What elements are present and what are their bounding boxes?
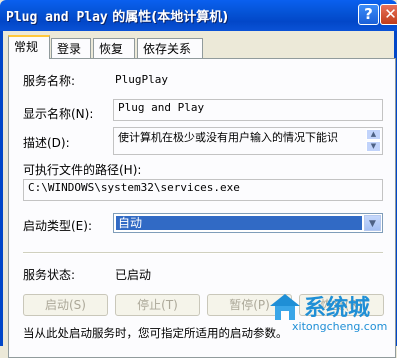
display-name-field[interactable]: Plug and Play: [113, 99, 383, 121]
startup-type-select[interactable]: 自动 ▼: [113, 213, 383, 233]
chevron-down-icon[interactable]: ▼: [364, 215, 381, 231]
tab-recovery[interactable]: 恢复: [93, 38, 135, 58]
description-label: 描述(D):: [23, 136, 70, 150]
watermark-brand: 系统城: [304, 296, 371, 321]
title-bar: Plug and Play 的属性(本地计算机) ? ✕: [0, 0, 397, 31]
scroll-up-icon[interactable]: ▲: [366, 129, 381, 140]
service-name-label: 服务名称:: [23, 74, 76, 88]
window-title-suffix: 的属性(本地计算机): [107, 10, 229, 25]
service-status-label: 服务状态:: [23, 268, 76, 282]
startup-type-label: 启动类型(E):: [23, 219, 92, 233]
tab-dependencies[interactable]: 依存关系: [137, 38, 203, 58]
description-field[interactable]: 使计算机在极少或没有用户输入的情况下能识: [113, 127, 383, 155]
display-name-label: 显示名称(N):: [23, 107, 94, 121]
exe-path-label: 可执行文件的路径(H):: [23, 163, 142, 177]
watermark-logo: 系统城 xitongcheng.com: [268, 290, 397, 346]
window-title: Plug and Play 的属性(本地计算机): [6, 6, 228, 25]
window-title-service: Plug and Play: [6, 10, 108, 25]
stop-button[interactable]: 停止(T): [115, 294, 200, 316]
service-status-value: 已启动: [115, 268, 152, 282]
help-button[interactable]: ?: [358, 4, 379, 25]
divider: [23, 252, 383, 254]
service-name-value: PlugPlay: [115, 73, 168, 86]
watermark-url: xitongcheng.com: [292, 320, 388, 333]
exe-path-field[interactable]: C:\WINDOWS\system32\services.exe: [23, 179, 383, 201]
start-button[interactable]: 启动(S): [23, 294, 108, 316]
tab-general[interactable]: 常规: [8, 35, 50, 59]
close-button[interactable]: ✕: [380, 4, 397, 25]
scroll-down-icon[interactable]: ▼: [366, 141, 381, 152]
startup-type-value: 自动: [116, 216, 362, 230]
startup-params-hint: 当从此处启动服务时，您可指定所适用的启动参数。: [23, 326, 288, 340]
house-icon: [270, 294, 300, 320]
tab-logon[interactable]: 登录: [51, 38, 91, 58]
